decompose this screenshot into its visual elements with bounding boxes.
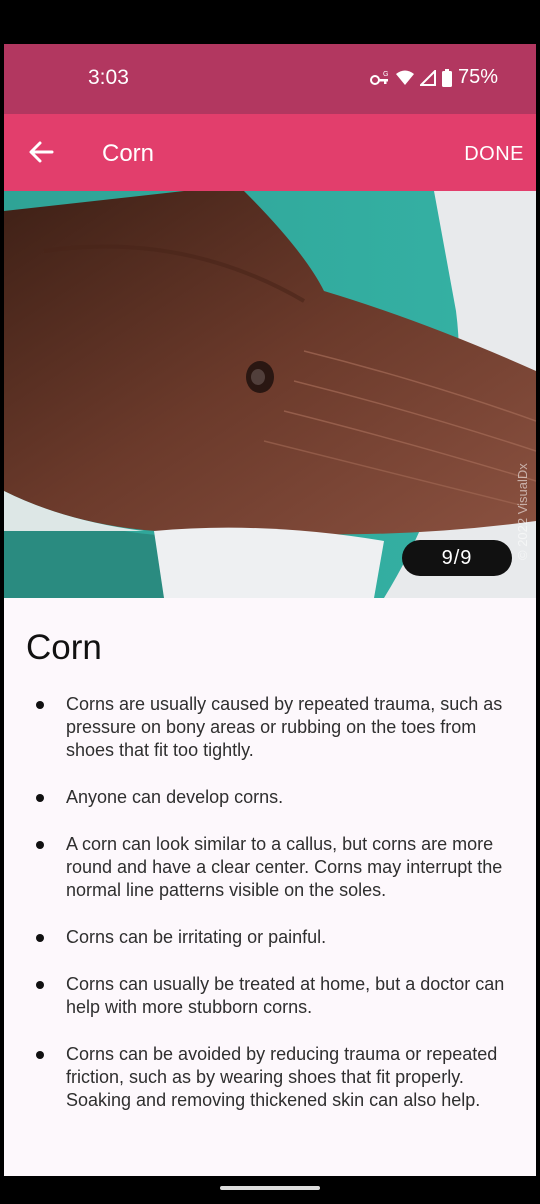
list-item: Anyone can develop corns.	[4, 786, 536, 809]
top-black-bar	[0, 0, 540, 44]
cell-signal-icon	[419, 69, 436, 86]
bullet-dot-icon	[36, 981, 44, 989]
bullet-text: Corns can be avoided by reducing trauma …	[66, 1044, 498, 1110]
bullet-text: Corns are usually caused by repeated tra…	[66, 694, 503, 760]
battery-percentage: 75%	[457, 66, 498, 88]
condition-photo[interactable]	[4, 191, 536, 598]
status-icons: G 75%	[369, 66, 498, 89]
status-time: 3:03	[88, 66, 129, 89]
svg-text:G: G	[383, 71, 388, 78]
bullet-dot-icon	[36, 701, 44, 709]
back-arrow-icon[interactable]	[24, 134, 60, 170]
battery-icon	[441, 68, 452, 87]
bullet-dot-icon	[36, 934, 44, 942]
bullet-text: Anyone can develop corns.	[66, 787, 284, 807]
app-bar-title: Corn	[102, 140, 155, 167]
bullet-dot-icon	[36, 841, 44, 849]
facts-list: Corns are usually caused by repeated tra…	[4, 693, 536, 1136]
list-item: Corns can usually be treated at home, bu…	[4, 973, 536, 1019]
image-watermark: © 2022 VisualDx	[515, 463, 530, 560]
image-counter-badge: 9/9	[402, 540, 512, 576]
bullet-dot-icon	[36, 1051, 44, 1059]
app-bar: Corn DONE	[4, 114, 536, 191]
navigation-bar	[0, 1176, 540, 1204]
wifi-icon	[395, 70, 414, 86]
bullet-dot-icon	[36, 794, 44, 802]
status-bar: 3:03 G 75%	[4, 44, 536, 114]
list-item: Corns are usually caused by repeated tra…	[4, 693, 536, 762]
content-panel: Corn Corns are usually caused by repeate…	[4, 598, 536, 1176]
vpn-key-icon: G	[369, 70, 390, 86]
bullet-text: Corns can usually be treated at home, bu…	[66, 974, 505, 1017]
done-button[interactable]: DONE	[464, 143, 524, 166]
bullet-text: Corns can be irritating or painful.	[66, 927, 327, 947]
list-item: Corns can be irritating or painful.	[4, 926, 536, 949]
list-item: A corn can look similar to a callus, but…	[4, 833, 536, 902]
home-indicator[interactable]	[220, 1186, 320, 1190]
condition-heading: Corn	[26, 628, 102, 667]
bullet-text: A corn can look similar to a callus, but…	[66, 834, 503, 900]
list-item: Corns can be avoided by reducing trauma …	[4, 1043, 536, 1112]
